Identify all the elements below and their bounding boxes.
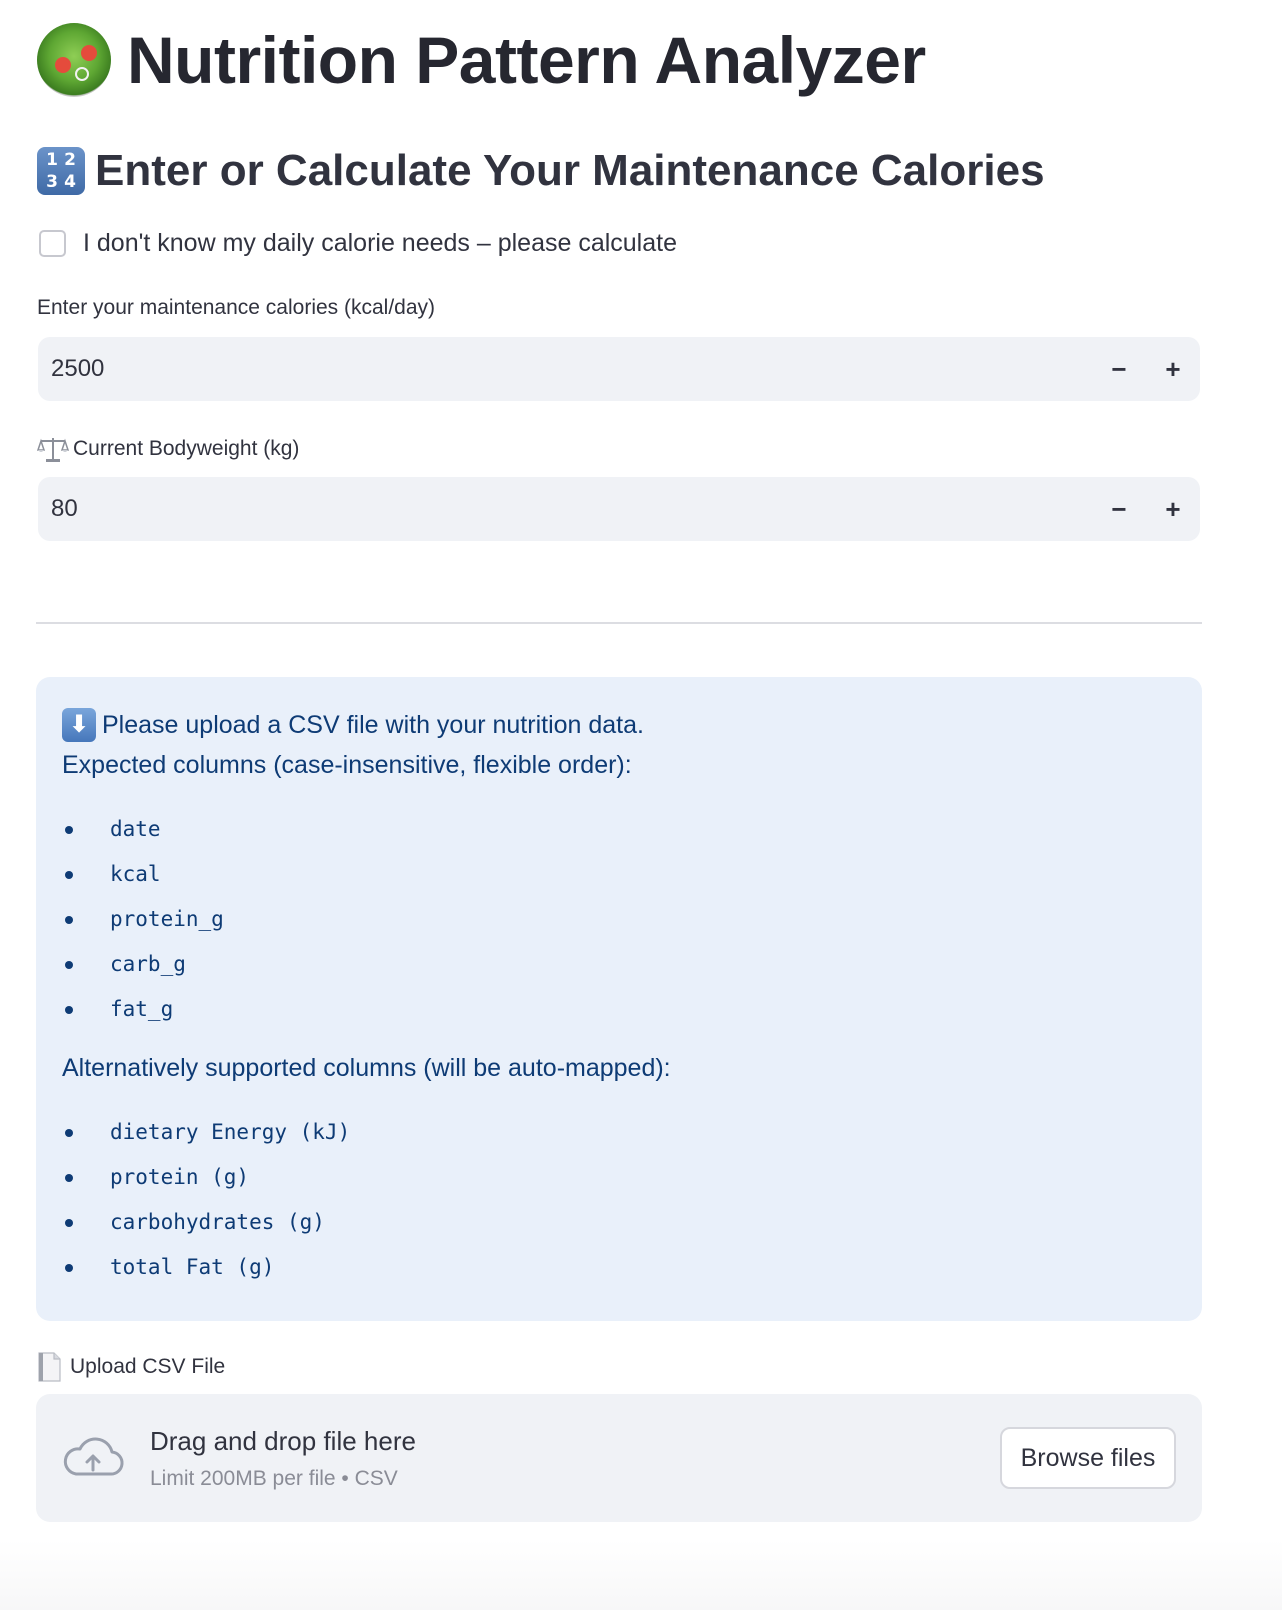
list-item: protein (g) bbox=[62, 1155, 1176, 1200]
bodyweight-label-row: Current Bodyweight (kg) bbox=[37, 435, 299, 463]
list-item: kcal bbox=[62, 852, 1176, 897]
calculate-checkbox[interactable] bbox=[39, 230, 66, 257]
alt-columns-heading: Alternatively supported columns (will be… bbox=[62, 1054, 671, 1082]
upload-label: Upload CSV File bbox=[70, 1355, 226, 1378]
bodyweight-value[interactable]: 80 bbox=[38, 495, 1092, 523]
green-salad-icon bbox=[37, 23, 111, 97]
maintenance-calories-label: Enter your maintenance calories (kcal/da… bbox=[37, 296, 436, 319]
list-item: carbohydrates (g) bbox=[62, 1200, 1176, 1245]
alt-columns-list: dietary Energy (kJ) protein (g) carbohyd… bbox=[62, 1110, 1176, 1290]
list-item: dietary Energy (kJ) bbox=[62, 1110, 1176, 1155]
calculate-checkbox-row[interactable]: I don't know my daily calorie needs – pl… bbox=[39, 229, 677, 258]
icon-digit-1: 1 bbox=[46, 149, 58, 170]
down-arrow-icon: ⬇ bbox=[62, 708, 96, 742]
maintenance-calories-input[interactable]: 2500 − + bbox=[38, 337, 1200, 401]
list-item: fat_g bbox=[62, 987, 1176, 1032]
bodyweight-decrement-button[interactable]: − bbox=[1092, 477, 1146, 541]
cloud-upload-icon bbox=[63, 1437, 124, 1476]
icon-digit-2: 2 bbox=[64, 149, 76, 170]
section-divider bbox=[36, 622, 1202, 624]
title-row: Nutrition Pattern Analyzer bbox=[37, 22, 926, 98]
list-item: date bbox=[62, 807, 1176, 852]
section-subheader: 1 2 3 4 Enter or Calculate Your Maintena… bbox=[37, 146, 1045, 196]
info-line-1: ⬇ Please upload a CSV file with your nut… bbox=[62, 705, 1176, 745]
dropzone-instruction: Drag and drop file here bbox=[150, 1425, 416, 1456]
browse-files-button[interactable]: Browse files bbox=[1000, 1427, 1176, 1489]
bodyweight-label: Current Bodyweight (kg) bbox=[73, 437, 300, 460]
page-facing-up-icon bbox=[38, 1352, 61, 1382]
page-title: Nutrition Pattern Analyzer bbox=[127, 23, 926, 97]
input-numbers-icon: 1 2 3 4 bbox=[37, 147, 85, 195]
icon-digit-3: 3 bbox=[46, 171, 58, 192]
maintenance-calories-value[interactable]: 2500 bbox=[38, 355, 1092, 383]
info-line-2: Expected columns (case-insensitive, flex… bbox=[62, 751, 632, 779]
maintenance-increment-button[interactable]: + bbox=[1146, 337, 1200, 401]
expected-columns-list: date kcal protein_g carb_g fat_g bbox=[62, 807, 1176, 1032]
app-page: Nutrition Pattern Analyzer 1 2 3 4 Enter… bbox=[0, 0, 1282, 1610]
bottom-fade bbox=[0, 1540, 1282, 1610]
dropzone-text: Drag and drop file here Limit 200MB per … bbox=[150, 1426, 1000, 1491]
balance-scale-icon bbox=[37, 438, 69, 462]
list-item: protein_g bbox=[62, 897, 1176, 942]
subheader-title: Enter or Calculate Your Maintenance Calo… bbox=[95, 146, 1045, 195]
info-box: ⬇ Please upload a CSV file with your nut… bbox=[36, 677, 1202, 1321]
dropzone-limit: Limit 200MB per file • CSV bbox=[150, 1466, 398, 1490]
file-dropzone[interactable]: Drag and drop file here Limit 200MB per … bbox=[36, 1394, 1202, 1522]
calculate-checkbox-label[interactable]: I don't know my daily calorie needs – pl… bbox=[83, 229, 677, 258]
list-item: total Fat (g) bbox=[62, 1245, 1176, 1290]
info-upload-text: Please upload a CSV file with your nutri… bbox=[102, 711, 644, 739]
icon-digit-4: 4 bbox=[64, 171, 76, 192]
bodyweight-increment-button[interactable]: + bbox=[1146, 477, 1200, 541]
list-item: carb_g bbox=[62, 942, 1176, 987]
maintenance-decrement-button[interactable]: − bbox=[1092, 337, 1146, 401]
upload-label-row: Upload CSV File bbox=[37, 1352, 225, 1382]
bodyweight-input[interactable]: 80 − + bbox=[38, 477, 1200, 541]
